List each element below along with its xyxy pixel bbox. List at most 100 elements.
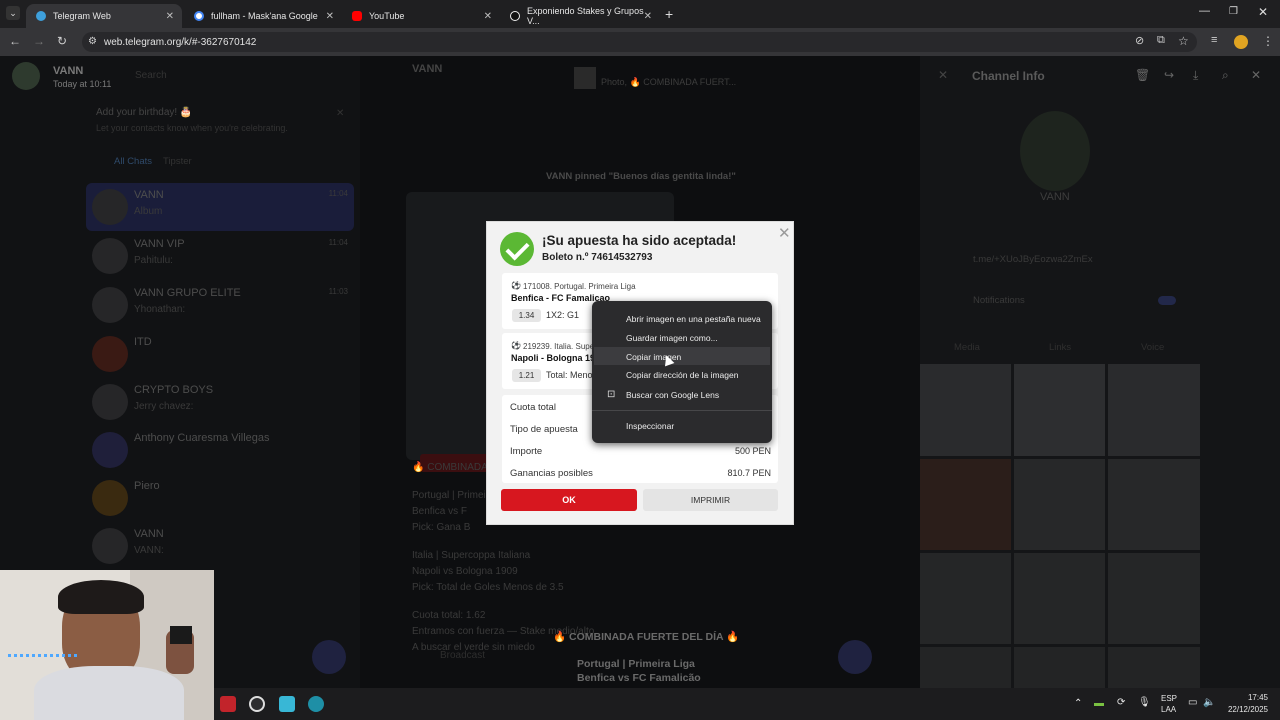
menu-item-google-lens[interactable]: Buscar con Google Lens [626, 390, 719, 400]
tab-media[interactable]: Media [954, 342, 980, 353]
close-icon: ✕ [778, 225, 791, 242]
app-icon[interactable] [220, 696, 236, 712]
browser-icon[interactable] [308, 696, 324, 712]
install-app-icon[interactable]: ⧉ [1157, 34, 1165, 47]
filter-tab[interactable]: Tipster [163, 156, 192, 167]
birthday-title: Add your birthday! 🎂 [96, 107, 193, 118]
google-lens-icon: ⊡ [607, 389, 616, 400]
avatar[interactable] [12, 62, 40, 90]
menu-item-open-image-new-tab[interactable]: Abrir imagen en una pestaña nueva [626, 314, 761, 324]
tray-app-icon[interactable]: ▬ [1094, 698, 1104, 709]
media-thumbnail[interactable] [1014, 553, 1105, 644]
clock-date[interactable]: 22/12/2025 [1220, 705, 1268, 714]
restore-window-icon[interactable]: ❐ [1229, 6, 1238, 17]
media-thumbnail[interactable] [1108, 364, 1200, 456]
language-layout[interactable]: LAA [1161, 705, 1176, 714]
url-text[interactable]: web.telegram.org/k/#-3627670142 [104, 37, 256, 48]
chat-row[interactable]: Anthony Cuaresma Villegas [86, 426, 354, 474]
event-market: 1X2: G1 [546, 310, 580, 320]
reading-list-icon[interactable]: ≡ [1211, 34, 1217, 46]
tab-telegram[interactable]: Telegram Web ✕ [26, 4, 182, 28]
post-line: Benfica vs FC Famalicão [577, 672, 701, 684]
media-thumbnail[interactable] [1108, 553, 1200, 644]
send-button[interactable] [838, 640, 872, 674]
close-tab-icon[interactable]: ✕ [166, 11, 174, 22]
filter-tab[interactable]: All Chats [114, 156, 152, 167]
zoom-icon[interactable]: ⌕ [1222, 68, 1229, 83]
close-tab-icon[interactable]: ✕ [484, 11, 492, 22]
event-meta: 219239. Italia. Supe [523, 342, 595, 351]
close-icon[interactable]: ✕ [336, 108, 344, 119]
tab-label: YouTube [369, 11, 405, 21]
new-tab-icon[interactable]: + [665, 6, 673, 22]
media-thumbnail[interactable] [920, 364, 1011, 456]
back-icon[interactable]: ← [9, 34, 21, 48]
chat-row[interactable]: CRYPTO BOYS Jerry chavez: [86, 378, 354, 426]
site-info-icon[interactable]: ⚙ [88, 36, 97, 47]
download-icon[interactable]: ⤓ [1193, 68, 1198, 83]
media-thumbnail[interactable] [920, 553, 1011, 644]
media-thumbnail[interactable] [920, 459, 1011, 550]
browser-menu-icon[interactable]: ⋮ [1262, 34, 1274, 48]
media-thumbnail[interactable] [1108, 459, 1200, 550]
close-tab-icon[interactable]: ✕ [644, 11, 652, 22]
chat-row[interactable]: ITD [86, 330, 354, 378]
media-thumbnail[interactable] [1014, 647, 1105, 688]
tab-search-button[interactable]: ⌄ [6, 6, 20, 20]
composer-input[interactable]: Broadcast [440, 650, 485, 661]
close-viewer-icon[interactable]: ✕ [1251, 68, 1261, 82]
forward-icon[interactable]: → [33, 34, 45, 48]
language-indicator[interactable]: ESP [1161, 694, 1177, 703]
menu-item-inspect[interactable]: Inspeccionar [626, 421, 674, 431]
user-name: VANN [53, 65, 84, 77]
reload-icon[interactable]: ↻ [57, 34, 67, 48]
event-match: Napoli - Bologna 19 [511, 353, 596, 363]
menu-item-save-image-as[interactable]: Guardar imagen como... [626, 333, 718, 343]
clock-time[interactable]: 17:45 [1228, 693, 1268, 702]
chat-row[interactable]: VANN VANN: [86, 522, 354, 570]
eye-off-icon[interactable]: ⊘ [1135, 34, 1144, 47]
tab-voice[interactable]: Voice [1141, 342, 1164, 353]
chat-row[interactable]: VANN VIP Pahitulu: 11:04 [86, 232, 354, 280]
close-icon[interactable]: ✕ [938, 68, 948, 82]
pinned-message[interactable]: Photo, 🔥 COMBINADA FUERT... [601, 77, 736, 88]
tray-refresh-icon[interactable]: ⟳ [1117, 697, 1125, 708]
compose-button[interactable] [312, 640, 346, 674]
notepad-icon[interactable] [279, 696, 295, 712]
show-hidden-icons-icon[interactable]: ⌃ [1074, 698, 1082, 709]
context-menu-hover [594, 347, 770, 365]
microphone-icon[interactable]: 🎙 [1138, 697, 1151, 708]
tab-tiktok[interactable]: Exponiendo Stakes y Grupos V... ✕ [500, 4, 660, 28]
media-thumbnail[interactable] [920, 647, 1011, 688]
tab-google[interactable]: fullham - Mask'ana Google ✕ [184, 4, 342, 28]
google-favicon-icon [194, 11, 204, 21]
network-icon[interactable]: ▭ [1188, 697, 1197, 708]
person-shirt [34, 666, 184, 720]
delete-icon[interactable]: 🗑 [1135, 68, 1150, 82]
app-icon[interactable] [249, 696, 265, 712]
summary-value: 500 PEN [734, 446, 771, 456]
ticket-number: Boleto n.º 74614532793 [542, 252, 653, 263]
close-window-icon[interactable]: ✕ [1258, 5, 1268, 19]
bookmark-star-icon[interactable]: ☆ [1178, 34, 1189, 48]
close-tab-icon[interactable]: ✕ [326, 11, 334, 22]
minimize-window-icon[interactable]: — [1199, 5, 1210, 17]
notifications-label: Notifications [973, 295, 1025, 306]
tab-links[interactable]: Links [1049, 342, 1071, 353]
channel-avatar [1020, 111, 1090, 191]
media-thumbnail[interactable] [1014, 364, 1105, 456]
tab-youtube[interactable]: YouTube ✕ [342, 4, 500, 28]
menu-separator [592, 410, 772, 411]
chat-row[interactable]: Piero [86, 474, 354, 522]
volume-icon[interactable]: 🔈 [1203, 697, 1215, 708]
media-thumbnail[interactable] [1014, 459, 1105, 550]
profile-avatar[interactable] [1234, 35, 1248, 49]
chat-row[interactable]: VANN Album 11:04 [86, 183, 354, 231]
search-input[interactable]: Search [135, 70, 167, 81]
menu-item-copy-image-address[interactable]: Copiar dirección de la imagen [626, 370, 738, 380]
channel-link[interactable]: t.me/+XUoJByEozwa2ZmEx [973, 254, 1093, 265]
chat-row[interactable]: VANN GRUPO ELITE Yhonathan: 11:03 [86, 281, 354, 329]
forward-icon[interactable]: ↪ [1164, 68, 1174, 82]
media-thumbnail[interactable] [1108, 647, 1200, 688]
notifications-toggle[interactable] [1158, 296, 1176, 305]
